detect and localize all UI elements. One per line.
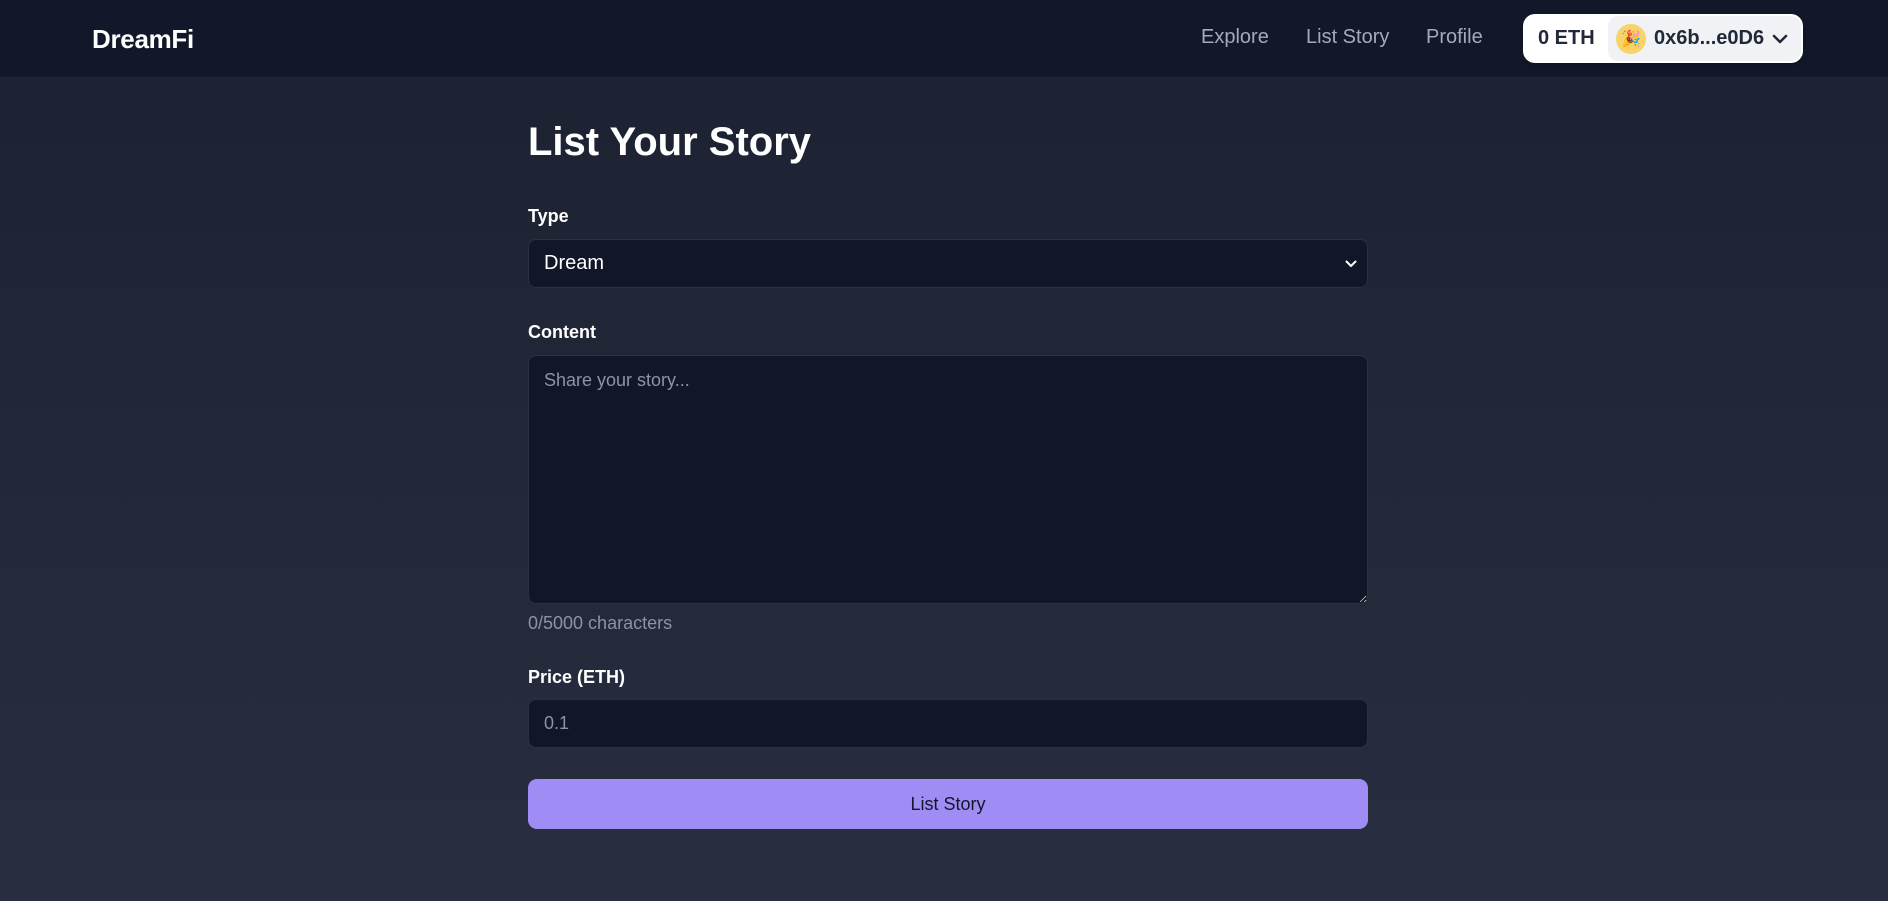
wallet-address: 0x6b...e0D6 (1654, 27, 1765, 49)
wallet-balance: 0 ETH (1538, 27, 1595, 49)
content-label: Content (528, 322, 596, 342)
page-title: List Your Story (528, 120, 812, 164)
brand-logo[interactable]: DreamFi (92, 24, 194, 55)
price-input[interactable] (528, 699, 1368, 748)
wallet-account-button[interactable]: 🎉 0x6b...e0D6 (1608, 16, 1801, 61)
chevron-down-icon (1345, 260, 1357, 267)
content-textarea[interactable] (528, 355, 1368, 604)
wallet-avatar: 🎉 (1616, 23, 1646, 54)
type-select-value: Dream (544, 252, 605, 274)
type-label: Type (528, 206, 569, 226)
chevron-down-icon (1772, 34, 1788, 43)
character-count: 0/5000 characters (528, 613, 673, 633)
nav-link-list-story[interactable]: List Story (1306, 26, 1389, 49)
top-navbar: DreamFi Explore List Story Profile 0 ETH… (0, 0, 1888, 78)
nav-link-profile[interactable]: Profile (1426, 26, 1483, 49)
nav-link-explore[interactable]: Explore (1201, 26, 1269, 49)
price-label: Price (ETH) (528, 667, 626, 687)
wallet-connect-button[interactable]: 0 ETH 🎉 0x6b...e0D6 (1523, 14, 1803, 63)
list-story-button[interactable]: List Story (528, 779, 1368, 829)
party-popper-icon: 🎉 (1621, 30, 1641, 48)
type-select[interactable]: Dream (528, 239, 1368, 288)
